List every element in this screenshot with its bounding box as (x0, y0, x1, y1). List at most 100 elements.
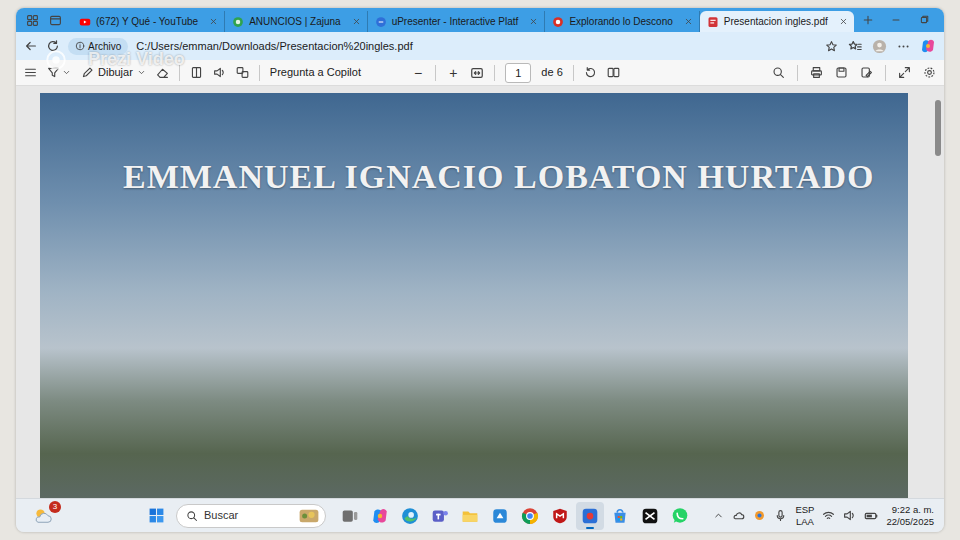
input-language[interactable]: ESPLAA (795, 504, 814, 527)
taskbar-app[interactable] (396, 502, 424, 530)
taskbar-app[interactable] (366, 502, 394, 530)
clock[interactable]: 9:22 a. m.22/05/2025 (886, 504, 938, 528)
windows-logo-icon[interactable] (148, 507, 165, 524)
browser-tab[interactable]: (672) Y Qué - YouTube (72, 11, 225, 32)
two-page-icon[interactable] (607, 66, 620, 79)
back-icon[interactable] (24, 39, 38, 53)
zoom-out-button[interactable]: − (411, 66, 425, 80)
profile-avatar-icon[interactable] (872, 39, 887, 54)
save-icon[interactable] (835, 66, 848, 79)
taskbar-app[interactable] (336, 502, 364, 530)
close-tab-icon[interactable] (684, 17, 693, 26)
browser-tab[interactable]: Presentacion ingles.pdf (700, 11, 854, 32)
print-icon[interactable] (810, 66, 823, 79)
close-tab-icon[interactable] (529, 17, 538, 26)
teams-icon[interactable] (431, 507, 449, 525)
plus-icon[interactable] (862, 14, 874, 26)
start-button[interactable] (142, 502, 170, 530)
browser-tab[interactable]: ANUNCIOS | Zajuna (225, 11, 368, 32)
taskbar-app[interactable] (606, 502, 634, 530)
eraser-icon[interactable] (156, 66, 169, 79)
chevron-up-icon[interactable] (713, 510, 724, 521)
window-control-button[interactable] (882, 8, 910, 32)
tab-label[interactable]: Explorando lo Descono (569, 14, 672, 29)
microphone-icon[interactable] (774, 509, 787, 522)
settings-gear-icon[interactable] (923, 66, 936, 79)
favorites-icon[interactable] (848, 39, 862, 53)
ask-copilot-button[interactable]: Pregunta a Copilot (270, 64, 361, 81)
browser-tab[interactable]: uPresenter - Interactive Platf (368, 11, 546, 32)
taskbar-search[interactable]: Buscar (176, 504, 326, 528)
taskbar-app[interactable] (426, 502, 454, 530)
tab-label[interactable]: ANUNCIOS | Zajuna (249, 14, 341, 29)
taskbar-app[interactable] (456, 502, 484, 530)
edge-icon[interactable] (401, 507, 419, 525)
cloud-icon[interactable] (732, 509, 745, 522)
chrome-icon[interactable] (521, 507, 539, 525)
copilot-icon[interactable] (920, 38, 936, 54)
highlight-icon[interactable] (47, 66, 60, 79)
tab-label[interactable]: Presentacion ingles.pdf (724, 14, 828, 29)
taskbar-app[interactable] (546, 502, 574, 530)
close-tab-icon[interactable] (209, 17, 218, 26)
window-control-button[interactable] (938, 8, 944, 32)
scrollbar-thumb[interactable] (935, 100, 941, 156)
date-label[interactable]: 22/05/2025 (886, 516, 934, 528)
store-icon[interactable] (611, 507, 629, 525)
whatsapp-icon[interactable] (671, 507, 689, 525)
more-icon[interactable] (897, 40, 910, 53)
wifi-icon[interactable] (822, 509, 835, 522)
vertical-scrollbar[interactable] (934, 90, 942, 494)
restore-icon[interactable] (918, 14, 930, 26)
layout-label[interactable]: LAA (795, 516, 814, 527)
draw-tool[interactable]: Dibujar (81, 64, 146, 81)
fit-width-icon[interactable] (470, 66, 484, 80)
mcafee-icon[interactable] (551, 507, 569, 525)
url-field[interactable]: C:/Users/emman/Downloads/Presentacion%20… (136, 38, 412, 55)
time-label[interactable]: 9:22 a. m. (886, 504, 934, 516)
save-as-icon[interactable] (860, 66, 873, 79)
speaker-icon[interactable] (843, 509, 856, 522)
draw-label[interactable]: Dibujar (98, 64, 133, 81)
taskbar-app[interactable] (516, 502, 544, 530)
rotate-icon[interactable] (584, 66, 597, 79)
copilot-icon[interactable] (371, 507, 389, 525)
refresh-icon[interactable] (46, 39, 60, 53)
star-icon[interactable] (825, 40, 838, 53)
window-control-button[interactable] (910, 8, 938, 32)
tab-label[interactable]: uPresenter - Interactive Platf (392, 14, 519, 29)
highlight-tool[interactable] (47, 66, 71, 79)
close-tab-icon[interactable] (839, 17, 848, 26)
search-icon[interactable] (772, 66, 785, 79)
pen-icon[interactable] (81, 66, 94, 79)
browser-tab[interactable]: Explorando lo Descono (545, 11, 699, 32)
fullscreen-icon[interactable] (898, 66, 911, 79)
minimize-icon[interactable] (890, 14, 902, 26)
zoom-in-button[interactable]: + (446, 66, 460, 80)
tab-label[interactable]: (672) Y Qué - YouTube (96, 14, 198, 29)
workspaces-icon[interactable] (26, 14, 39, 27)
taskbar-app[interactable] (486, 502, 514, 530)
capcut-icon[interactable] (641, 507, 659, 525)
page-view-icon[interactable] (190, 66, 203, 79)
page-number-field[interactable]: 1 (505, 63, 531, 83)
app-icon[interactable] (491, 507, 509, 525)
file-scheme-badge[interactable]: Archivo (68, 38, 128, 55)
chevron-down-icon[interactable] (62, 68, 71, 77)
contents-icon[interactable] (24, 66, 37, 79)
tab-actions-icon[interactable] (49, 14, 62, 27)
search-label[interactable]: Buscar (204, 507, 238, 524)
read-aloud-icon[interactable] (213, 66, 226, 79)
battery-icon[interactable] (864, 509, 878, 523)
recorder-icon[interactable] (581, 507, 599, 525)
taskbar-app[interactable] (666, 502, 694, 530)
new-tab-button[interactable] (854, 8, 882, 32)
close-tab-icon[interactable] (352, 17, 361, 26)
taskbar-app[interactable] (636, 502, 664, 530)
sync-icon[interactable] (753, 509, 766, 522)
weather-widget[interactable]: 3 (30, 503, 56, 529)
explorer-icon[interactable] (461, 507, 479, 525)
taskview-icon[interactable] (341, 507, 359, 525)
taskbar-app[interactable] (576, 502, 604, 530)
chevron-down-icon[interactable] (137, 68, 146, 77)
